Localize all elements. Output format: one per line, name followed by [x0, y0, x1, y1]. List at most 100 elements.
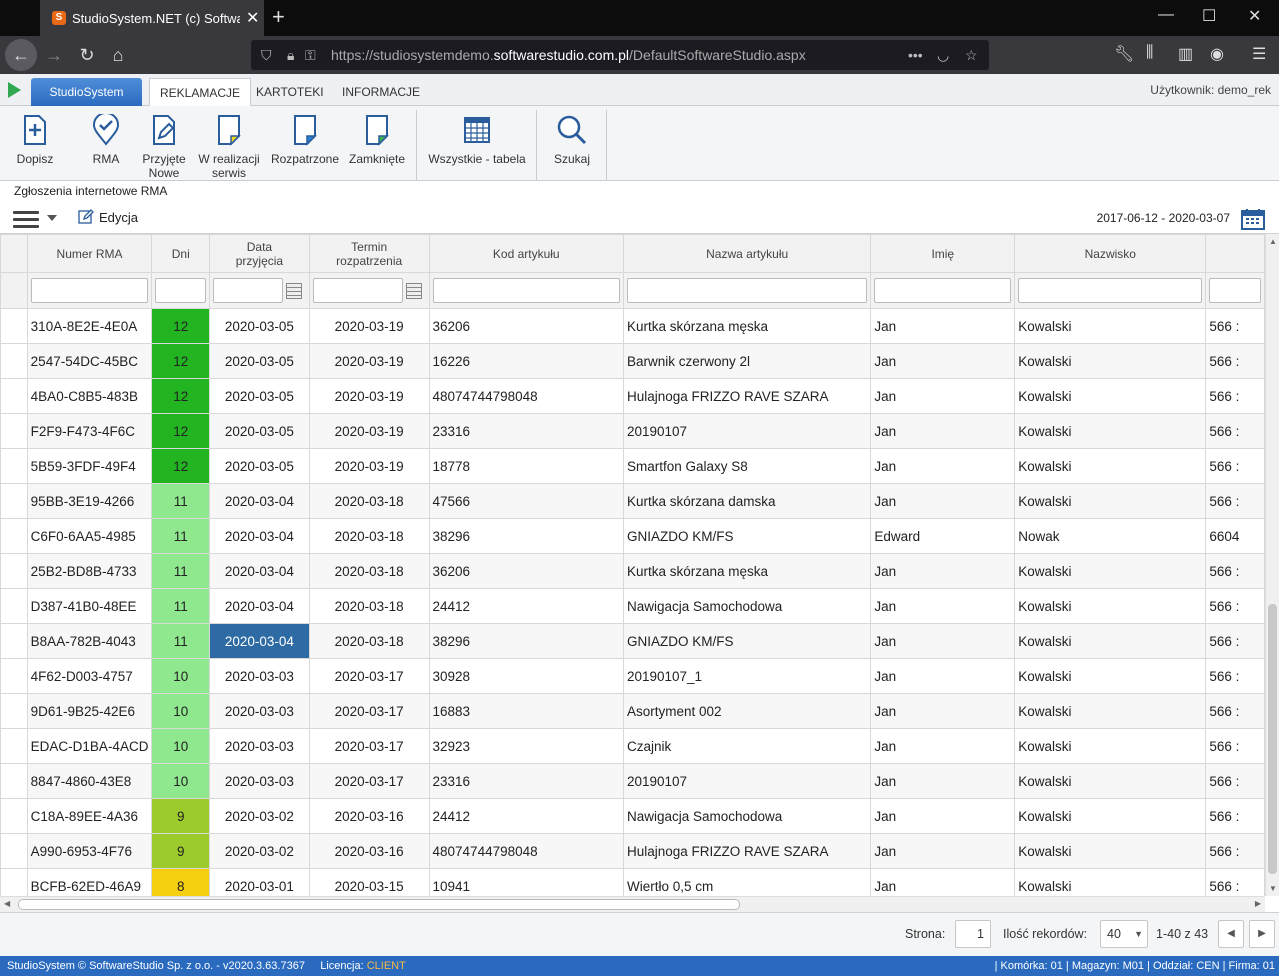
- col-header-nazwisko[interactable]: Nazwisko: [1014, 234, 1207, 273]
- cell-dni[interactable]: 12: [151, 413, 211, 449]
- cell-data[interactable]: 2020-03-03: [209, 658, 310, 694]
- cell-kod[interactable]: 38296: [428, 518, 624, 554]
- cell-rma[interactable]: 25B2-BD8B-4733: [26, 553, 153, 589]
- cell-termin[interactable]: 2020-03-18: [308, 588, 430, 624]
- horizontal-scroll-thumb[interactable]: [18, 899, 740, 910]
- cell-kod[interactable]: 10941: [428, 868, 624, 896]
- cell-dni[interactable]: 9: [151, 798, 211, 834]
- cell-extra[interactable]: 566 :: [1205, 343, 1265, 379]
- pocket-icon[interactable]: ◡: [937, 40, 949, 70]
- filter-dni[interactable]: [155, 278, 207, 303]
- szukaj-button[interactable]: Szukaj: [550, 110, 594, 166]
- table-row[interactable]: 25B2-BD8B-4733 11 2020-03-04 2020-03-18 3620…: [0, 553, 1265, 589]
- col-header-rma[interactable]: Numer RMA: [26, 234, 153, 273]
- cell-kod[interactable]: 38296: [428, 623, 624, 659]
- cell-dni[interactable]: 10: [151, 658, 211, 694]
- cell-kod[interactable]: 16883: [428, 693, 624, 729]
- w-realizacji-button[interactable]: W realizacji serwis: [198, 110, 260, 180]
- cell-termin[interactable]: 2020-03-19: [308, 413, 430, 449]
- vertical-scroll-thumb[interactable]: [1268, 604, 1277, 874]
- scroll-right-icon[interactable]: ▶: [1255, 899, 1261, 908]
- cell-nazwisko[interactable]: Kowalski: [1014, 728, 1207, 764]
- scroll-up-icon[interactable]: ▲: [1269, 237, 1277, 246]
- cell-extra[interactable]: 566 :: [1205, 658, 1265, 694]
- cell-rma[interactable]: C18A-89EE-4A36: [26, 798, 153, 834]
- page-input[interactable]: 1: [955, 920, 991, 948]
- filter-data[interactable]: [213, 278, 284, 303]
- cell-imie[interactable]: Jan: [870, 308, 1016, 344]
- cell-termin[interactable]: 2020-03-17: [308, 763, 430, 799]
- cell-nazwisko[interactable]: Kowalski: [1014, 553, 1207, 589]
- cell-imie[interactable]: Jan: [870, 868, 1016, 896]
- cell-nazwa[interactable]: 20190107: [622, 413, 872, 449]
- cell-imie[interactable]: Edward: [870, 518, 1016, 554]
- cell-nazwisko[interactable]: Kowalski: [1014, 658, 1207, 694]
- cell-kod[interactable]: 48074744798048: [428, 378, 624, 414]
- cell-nazwa[interactable]: 20190107: [622, 763, 872, 799]
- table-row[interactable]: A990-6953-4F76 9 2020-03-02 2020-03-16 48074…: [0, 833, 1265, 869]
- cell-termin[interactable]: 2020-03-17: [308, 728, 430, 764]
- scroll-left-icon[interactable]: ◀: [4, 899, 10, 908]
- cell-kod[interactable]: 48074744798048: [428, 833, 624, 869]
- scroll-down-icon[interactable]: ▼: [1269, 884, 1277, 893]
- cell-rma[interactable]: 4BA0-C8B5-483B: [26, 378, 153, 414]
- cell-data[interactable]: 2020-03-05: [209, 378, 310, 414]
- shield-icon[interactable]: ⛉: [261, 40, 272, 70]
- cell-dni[interactable]: 11: [151, 518, 211, 554]
- cell-nazwa[interactable]: Kurtka skórzana męska: [622, 553, 872, 589]
- cell-nazwisko[interactable]: Kowalski: [1014, 343, 1207, 379]
- forward-icon[interactable]: →: [38, 39, 70, 71]
- cell-termin[interactable]: 2020-03-18: [308, 623, 430, 659]
- cell-termin[interactable]: 2020-03-18: [308, 483, 430, 519]
- cell-imie[interactable]: Jan: [870, 413, 1016, 449]
- calendar-icon[interactable]: [405, 282, 422, 299]
- row-selector[interactable]: [0, 308, 28, 344]
- cell-rma[interactable]: F2F9-F473-4F6C: [26, 413, 153, 449]
- cell-termin[interactable]: 2020-03-18: [308, 553, 430, 589]
- cell-nazwa[interactable]: Hulajnoga FRIZZO RAVE SZARA: [622, 833, 872, 869]
- cell-dni[interactable]: 12: [151, 308, 211, 344]
- cell-extra[interactable]: 566 :: [1205, 308, 1265, 344]
- calendar-icon[interactable]: [286, 282, 303, 299]
- cell-kod[interactable]: 36206: [428, 308, 624, 344]
- cell-extra[interactable]: 566 :: [1205, 728, 1265, 764]
- cell-nazwa[interactable]: Barwnik czerwony 2l: [622, 343, 872, 379]
- cell-nazwa[interactable]: Nawigacja Samochodowa: [622, 588, 872, 624]
- col-header-kod[interactable]: Kod artykułu: [428, 234, 624, 273]
- cell-data[interactable]: 2020-03-03: [209, 693, 310, 729]
- table-row[interactable]: 4F62-D003-4757 10 2020-03-03 2020-03-17 3092…: [0, 658, 1265, 694]
- edycja-button[interactable]: Edycja: [78, 209, 138, 225]
- cell-data[interactable]: 2020-03-05: [209, 413, 310, 449]
- home-icon[interactable]: ⌂: [102, 39, 134, 71]
- cell-data[interactable]: 2020-03-04: [209, 623, 310, 659]
- cell-data[interactable]: 2020-03-04: [209, 553, 310, 589]
- table-row[interactable]: 95BB-3E19-4266 11 2020-03-04 2020-03-18 4756…: [0, 483, 1265, 519]
- cell-imie[interactable]: Jan: [870, 448, 1016, 484]
- cell-extra[interactable]: 566 :: [1205, 448, 1265, 484]
- cell-imie[interactable]: Jan: [870, 483, 1016, 519]
- url-bar[interactable]: ⛉ 🔒︎ ⚿ https://studiosystemdemo.software…: [251, 40, 989, 70]
- tab-studiosystem[interactable]: StudioSystem: [31, 78, 142, 106]
- rma-button[interactable]: RMA: [86, 110, 126, 166]
- cell-nazwa[interactable]: Kurtka skórzana męska: [622, 308, 872, 344]
- cell-kod[interactable]: 36206: [428, 553, 624, 589]
- cell-imie[interactable]: Jan: [870, 378, 1016, 414]
- table-row[interactable]: 2547-54DC-45BC 12 2020-03-05 2020-03-19 1622…: [0, 343, 1265, 379]
- table-row[interactable]: EDAC-D1BA-4ACD 10 2020-03-03 2020-03-17 3292…: [0, 728, 1265, 764]
- cell-data[interactable]: 2020-03-03: [209, 763, 310, 799]
- cell-dni[interactable]: 10: [151, 693, 211, 729]
- table-row[interactable]: 4BA0-C8B5-483B 12 2020-03-05 2020-03-19 4807…: [0, 378, 1265, 414]
- cell-extra[interactable]: 566 :: [1205, 553, 1265, 589]
- table-row[interactable]: BCFB-62ED-46A9 8 2020-03-01 2020-03-15 10941…: [0, 868, 1265, 896]
- cell-nazwisko[interactable]: Kowalski: [1014, 868, 1207, 896]
- cell-dni[interactable]: 11: [151, 553, 211, 589]
- cell-kod[interactable]: 16226: [428, 343, 624, 379]
- cell-nazwa[interactable]: GNIAZDO KM/FS: [622, 518, 872, 554]
- filter-nazwa[interactable]: [626, 278, 868, 303]
- row-selector[interactable]: [0, 798, 28, 834]
- row-selector[interactable]: [0, 518, 28, 554]
- cell-data[interactable]: 2020-03-04: [209, 588, 310, 624]
- cell-nazwisko[interactable]: Kowalski: [1014, 308, 1207, 344]
- row-selector[interactable]: [0, 553, 28, 589]
- account-icon[interactable]: ◉: [1210, 44, 1224, 64]
